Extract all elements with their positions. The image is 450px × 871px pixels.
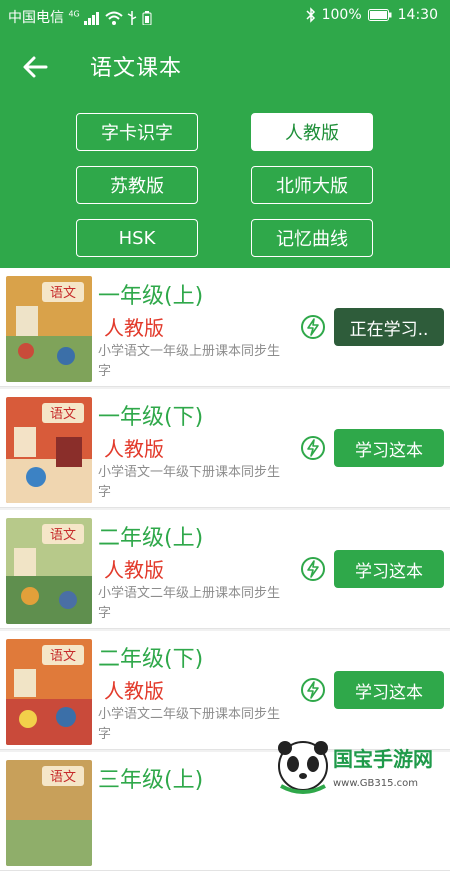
study-this-button[interactable]: 学习这本 (334, 429, 444, 467)
book-grade: 一年级(下) (98, 405, 204, 430)
book-cover-image: 语文 (6, 639, 92, 745)
book-row-grade2-first[interactable]: 语文 二年级(上) 人教版 小学语文二年级上册课本同步生字 学习这本 (0, 510, 450, 629)
lightning-icon[interactable] (300, 314, 326, 340)
book-grade: 二年级(上) (98, 526, 204, 551)
book-edition: 人教版 (104, 679, 164, 703)
cover-title: 语文 (50, 770, 76, 785)
book-grade: 三年级(上) (98, 768, 204, 793)
edition-filter-panel: 字卡识字 人教版 苏教版 北师大版 HSK 记忆曲线 (0, 100, 450, 268)
clock: 14:30 (397, 7, 438, 23)
filter-hsk[interactable]: HSK (76, 219, 198, 257)
network-type: 4G (68, 9, 80, 19)
cover-title: 语文 (50, 407, 76, 422)
book-cover-image: 语文 (6, 397, 92, 503)
battery-percent: 100% (321, 7, 362, 23)
filter-sujiao[interactable]: 苏教版 (76, 166, 198, 204)
book-cover-image: 语文 (6, 518, 92, 624)
carrier-name: 中国电信 (8, 10, 64, 26)
filter-beishida[interactable]: 北师大版 (251, 166, 373, 204)
studying-button[interactable]: 正在学习.. (334, 308, 444, 346)
cover-title: 语文 (50, 528, 76, 543)
book-edition: 人教版 (104, 316, 164, 340)
book-grade: 二年级(下) (98, 647, 204, 672)
carrier-label: 中国电信 4G (8, 7, 152, 27)
usb-icon (127, 11, 137, 25)
book-row-grade2-second[interactable]: 语文 二年级(下) 人教版 小学语文二年级下册课本同步生字 学习这本 (0, 631, 450, 750)
book-description: 小学语文二年级下册课本同步生字 (98, 707, 281, 742)
status-bar: 中国电信 4G 100% 14:30 (0, 0, 450, 32)
book-description: 小学语文一年级下册课本同步生字 (98, 465, 281, 500)
book-cover-image: 语文 (6, 760, 92, 866)
watermark-brand: 国宝手游网 (333, 747, 433, 771)
book-grade: 一年级(上) (98, 284, 204, 309)
status-right: 100% 14:30 (306, 7, 438, 23)
lightning-icon[interactable] (300, 677, 326, 703)
battery-saver-icon (142, 11, 152, 25)
book-edition: 人教版 (104, 437, 164, 461)
book-edition: 人教版 (104, 558, 164, 582)
filter-zika-shizi[interactable]: 字卡识字 (76, 113, 198, 151)
book-cover-image: 语文 (6, 276, 92, 382)
battery-icon (367, 9, 392, 21)
watermark-logo: 国宝手游网 www.GB315.com (278, 741, 433, 794)
filter-memory-curve[interactable]: 记忆曲线 (251, 219, 373, 257)
signal-icon (84, 12, 100, 25)
book-row-grade1-first[interactable]: 语文 一年级(上) 人教版 小学语文一年级上册课本同步生字 正在学习.. (0, 268, 450, 387)
cover-title: 语文 (50, 286, 76, 301)
study-this-button[interactable]: 学习这本 (334, 671, 444, 709)
wifi-icon (104, 11, 123, 25)
arrow-left-icon[interactable] (18, 50, 52, 84)
app-bar: 语文课本 (0, 32, 450, 100)
study-this-button[interactable]: 学习这本 (334, 550, 444, 588)
lightning-icon[interactable] (300, 435, 326, 461)
watermark-url: www.GB315.com (333, 778, 418, 789)
book-description: 小学语文二年级上册课本同步生字 (98, 586, 281, 621)
filter-renjiao[interactable]: 人教版 (251, 113, 373, 151)
book-description: 小学语文一年级上册课本同步生字 (98, 344, 281, 379)
page-title: 语文课本 (90, 56, 183, 81)
bluetooth-icon (306, 7, 315, 23)
cover-title: 语文 (50, 649, 76, 664)
book-row-grade1-second[interactable]: 语文 一年级(下) 人教版 小学语文一年级下册课本同步生字 学习这本 (0, 389, 450, 508)
lightning-icon[interactable] (300, 556, 326, 582)
